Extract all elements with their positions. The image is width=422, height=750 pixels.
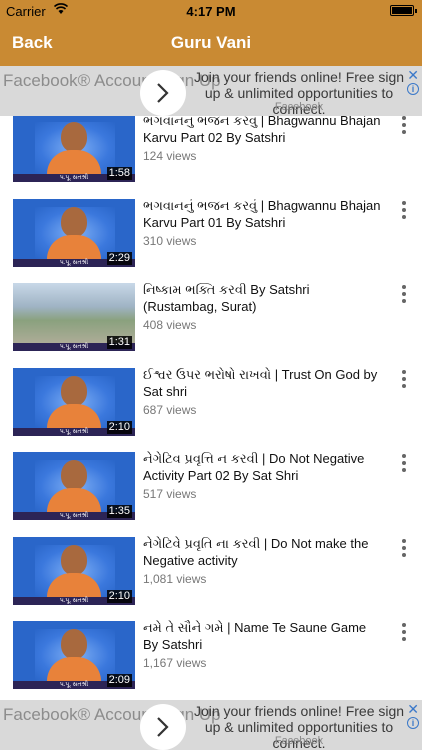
video-thumbnail[interactable]: પ.પૂ. સતશ્રી 2:09 xyxy=(13,621,135,689)
chevron-right-icon xyxy=(157,717,169,737)
video-row[interactable]: પ.પૂ. સતશ્રી 2:10 નેગેટિવે પ્રવૃતિ ના કરવી… xyxy=(0,535,422,619)
video-duration: 2:10 xyxy=(106,420,132,434)
video-title[interactable]: ઈશ્વર ઉપર ભરોષો રાખવો | Trust On God by … xyxy=(143,366,383,400)
video-views: 1,081 views xyxy=(143,571,207,586)
ad-brand: Facebook® Account Sign Up xyxy=(3,705,221,724)
video-duration: 2:09 xyxy=(106,674,132,687)
ad-arrow-button[interactable] xyxy=(140,704,186,750)
video-list[interactable]: પ.પૂ. સતશ્રી 1:58 ભગવાનનું ભજન કરવું | Bha… xyxy=(0,116,422,700)
video-views: 310 views xyxy=(143,233,197,248)
nav-bar: Back Guru Vani xyxy=(0,22,422,66)
ad-brand: Facebook® Account Sign Up xyxy=(3,71,221,90)
video-views: 124 views xyxy=(143,149,197,163)
ad-banner-top[interactable]: Facebook® Account Sign Up Join your frie… xyxy=(0,66,422,116)
video-title[interactable]: ભગવાનનું ભજન કરવું | Bhagwannu Bhajan Ka… xyxy=(143,197,383,231)
video-thumbnail[interactable]: પ.પૂ. સતશ્રી 2:10 xyxy=(13,536,135,605)
video-row[interactable]: પ.પૂ. સતશ્રી 1:35 નેગેટિવ પ્રવૃત્તિ ન કરવી… xyxy=(0,450,422,534)
video-views: 1,167 views xyxy=(143,656,207,670)
video-title[interactable]: નેગેટિવે પ્રવૃતિ ના કરવી | Do Not make t… xyxy=(143,535,383,569)
clock: 4:17 PM xyxy=(186,4,236,19)
more-options-icon[interactable] xyxy=(398,623,410,643)
ad-banner-bottom[interactable]: Facebook® Account Sign Up Join your frie… xyxy=(0,700,422,750)
video-views: 408 views xyxy=(143,318,197,332)
more-options-icon[interactable] xyxy=(398,116,410,136)
status-bar: Carrier 4:17 PM xyxy=(0,0,422,22)
ad-info-icon[interactable]: i xyxy=(407,83,419,95)
more-options-icon[interactable] xyxy=(398,200,410,221)
video-duration: 1:31 xyxy=(106,336,132,349)
video-thumbnail[interactable]: પ.પૂ. સતશ્રી 1:35 xyxy=(13,452,135,520)
battery-icon xyxy=(390,5,417,16)
video-row[interactable]: પ.પૂ. સતશ્રી 2:29 ભગવાનનું ભજન કરવું | Bha… xyxy=(0,197,422,281)
video-duration: 1:35 xyxy=(106,505,132,518)
more-options-icon[interactable] xyxy=(398,454,410,474)
video-duration: 2:29 xyxy=(106,251,132,265)
video-thumbnail[interactable]: પ.પૂ. સતશ્રી 2:10 xyxy=(13,367,135,436)
ad-source: Facebook xyxy=(274,735,324,747)
more-options-icon[interactable] xyxy=(398,285,410,305)
video-thumbnail[interactable]: પ.પૂ. સતશ્રી 1:58 xyxy=(13,116,135,182)
video-title[interactable]: નિષ્કામ ભક્તિ કરવી By Satshri (Rustambag… xyxy=(143,281,383,315)
more-options-icon[interactable] xyxy=(398,369,410,390)
video-row[interactable]: પ.પૂ. સતશ્રી 1:31 નિષ્કામ ભક્તિ કરવી By Sa… xyxy=(0,281,422,365)
ad-info-icon[interactable]: i xyxy=(407,717,419,729)
chevron-right-icon xyxy=(157,83,169,103)
ad-close-icon[interactable]: ✕ xyxy=(407,67,419,84)
video-views: 517 views xyxy=(143,487,197,501)
video-views: 687 views xyxy=(143,402,197,417)
more-options-icon[interactable] xyxy=(398,538,410,559)
page-title: Guru Vani xyxy=(170,33,252,52)
video-duration: 2:10 xyxy=(106,589,132,603)
video-thumbnail[interactable]: પ.પૂ. સતશ્રી 2:29 xyxy=(13,198,135,267)
ad-close-icon[interactable]: ✕ xyxy=(407,701,419,718)
video-row[interactable]: પ.પૂ. સતશ્રી 2:09 નમે તે સૌને ગમે | Name T… xyxy=(0,619,422,700)
video-title[interactable]: નેગેટિવ પ્રવૃત્તિ ન કરવી | Do Not Negati… xyxy=(143,450,383,484)
video-row[interactable]: પ.પૂ. સતશ્રી 1:58 ભગવાનનું ભજન કરવું | Bha… xyxy=(0,116,422,196)
video-duration: 1:58 xyxy=(106,167,132,180)
video-thumbnail[interactable]: પ.પૂ. સતશ્રી 1:31 xyxy=(13,283,135,351)
ad-arrow-button[interactable] xyxy=(140,70,186,116)
video-title[interactable]: ભગવાનનું ભજન કરવું | Bhagwannu Bhajan Ka… xyxy=(143,116,383,146)
video-title[interactable]: નમે તે સૌને ગમે | Name Te Saune Game By … xyxy=(143,619,383,653)
ad-source: Facebook xyxy=(274,101,324,113)
video-row[interactable]: પ.પૂ. સતશ્રી 2:10 ઈશ્વર ઉપર ભરોષો રાખવો | … xyxy=(0,366,422,450)
battery-fill xyxy=(392,7,412,14)
